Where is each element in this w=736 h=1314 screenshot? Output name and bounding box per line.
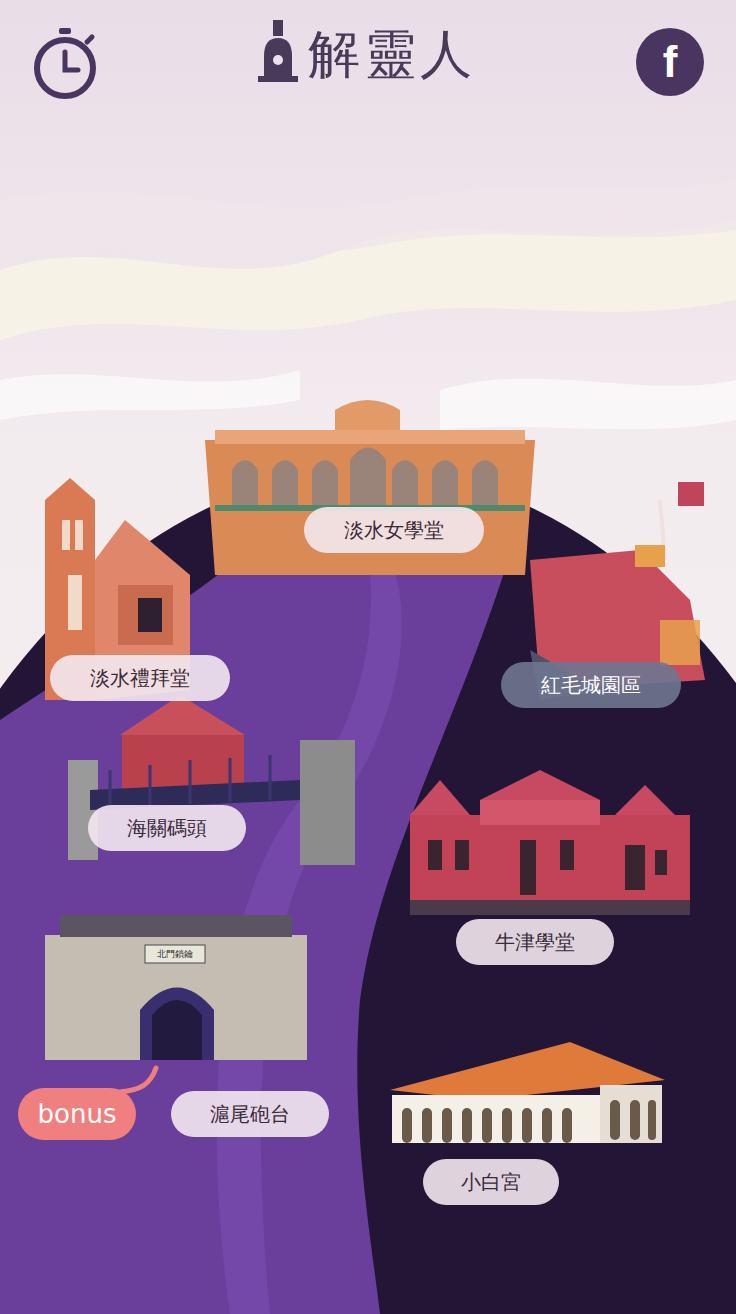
location-label[interactable]: 紅毛城園區 — [501, 662, 681, 708]
logo-text: 解靈人 — [308, 28, 476, 80]
map-screen: 解靈人 f 北門鎖鑰 淡水女學堂淡水禮拜堂 紅毛城園區海關碼頭牛津學堂滬尾砲台小白… — [0, 0, 736, 1314]
location-label[interactable]: 淡水女學堂 — [304, 507, 484, 553]
gate-sign: 北門鎖鑰 — [146, 946, 204, 962]
location-label[interactable]: 海關碼頭 — [88, 805, 246, 851]
logo: 解靈人 — [258, 20, 476, 88]
facebook-icon: f — [663, 40, 678, 84]
location-label[interactable]: 滬尾砲台 — [171, 1091, 329, 1137]
location-label[interactable]: 牛津學堂 — [456, 919, 614, 965]
timer-icon[interactable] — [32, 28, 98, 100]
location-label[interactable]: 淡水禮拜堂 — [50, 655, 230, 701]
bell-icon — [258, 20, 298, 88]
location-label[interactable]: 小白宮 — [423, 1159, 559, 1205]
facebook-button[interactable]: f — [636, 28, 704, 96]
top-bar: 解靈人 f — [0, 0, 736, 120]
bonus-badge[interactable]: bonus — [18, 1088, 136, 1140]
